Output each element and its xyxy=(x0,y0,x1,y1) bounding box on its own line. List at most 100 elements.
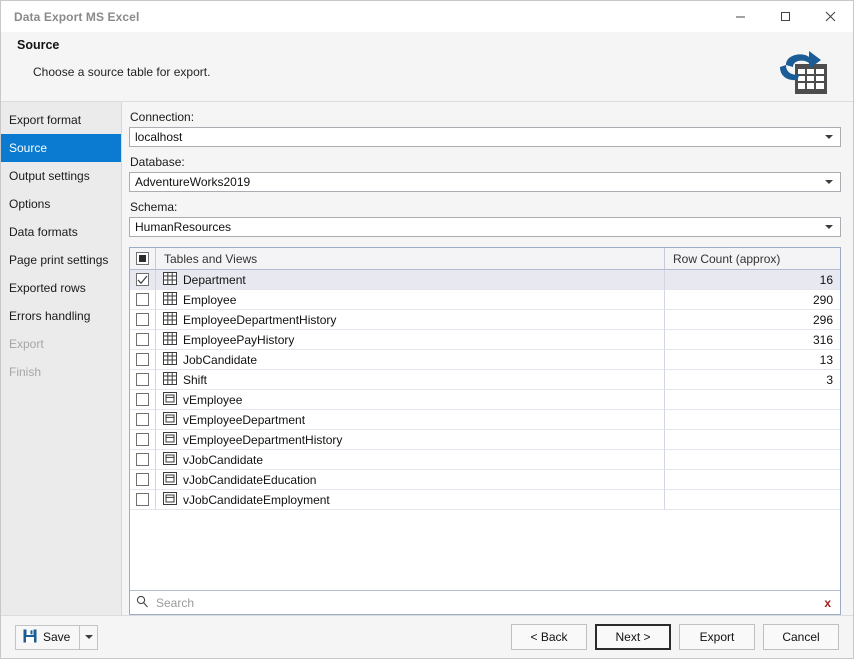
row-checkbox[interactable] xyxy=(136,413,149,427)
row-count-label: 296 xyxy=(812,312,833,327)
row-count-cell xyxy=(665,410,840,431)
table-row[interactable]: vEmployeeDepartmentHistory xyxy=(130,430,840,451)
back-button[interactable]: < Back xyxy=(511,624,587,650)
database-combobox[interactable]: AdventureWorks2019 xyxy=(129,172,841,193)
row-name-cell[interactable]: JobCandidate xyxy=(156,350,665,371)
tables-grid: Tables and Views Row Count (approx) Depa… xyxy=(129,247,841,615)
grid-search-bar[interactable]: Search x xyxy=(130,590,840,614)
row-name-cell[interactable]: Employee xyxy=(156,290,665,311)
row-checkbox[interactable] xyxy=(136,373,149,387)
row-checkbox-cell[interactable] xyxy=(130,430,156,451)
row-name-cell[interactable]: EmployeeDepartmentHistory xyxy=(156,310,665,331)
sidebar-item-page-print-settings[interactable]: Page print settings xyxy=(1,246,121,274)
row-checkbox-cell[interactable] xyxy=(130,390,156,411)
table-row[interactable]: vJobCandidate xyxy=(130,450,840,471)
row-checkbox-cell[interactable] xyxy=(130,470,156,491)
column-header-name[interactable]: Tables and Views xyxy=(156,248,665,270)
table-icon xyxy=(163,331,177,348)
view-icon xyxy=(163,451,177,468)
minimize-button[interactable] xyxy=(718,1,763,32)
row-name-cell[interactable]: vJobCandidateEmployment xyxy=(156,490,665,511)
row-checkbox[interactable] xyxy=(136,273,149,287)
view-icon xyxy=(163,471,177,488)
table-row[interactable]: vJobCandidateEducation xyxy=(130,470,840,491)
row-name-cell[interactable]: EmployeePayHistory xyxy=(156,330,665,351)
table-row[interactable]: vEmployeeDepartment xyxy=(130,410,840,431)
row-checkbox-cell[interactable] xyxy=(130,290,156,311)
sidebar-item-errors-handling[interactable]: Errors handling xyxy=(1,302,121,330)
excel-export-icon xyxy=(773,46,829,96)
sidebar-item-exported-rows[interactable]: Exported rows xyxy=(1,274,121,302)
wizard-steps-sidebar: Export format Source Output settings Opt… xyxy=(1,102,122,615)
row-count-cell: 290 xyxy=(665,290,840,311)
row-name-label: vEmployeeDepartment xyxy=(183,412,306,427)
table-row[interactable]: Shift 3 xyxy=(130,370,840,391)
schema-combobox[interactable]: HumanResources xyxy=(129,217,841,238)
row-name-cell[interactable]: vEmployeeDepartmentHistory xyxy=(156,430,665,451)
connection-combobox[interactable]: localhost xyxy=(129,127,841,148)
row-count-label: 316 xyxy=(812,332,833,347)
database-label: Database: xyxy=(130,155,185,170)
connection-value: localhost xyxy=(135,130,183,144)
sidebar-item-source[interactable]: Source xyxy=(1,134,121,162)
grid-body: Department 16 Employee 290 EmployeeDepartmen… xyxy=(130,270,840,590)
row-checkbox[interactable] xyxy=(136,493,149,507)
row-name-cell[interactable]: Department xyxy=(156,270,665,291)
search-input[interactable]: Search xyxy=(156,596,194,610)
cancel-button[interactable]: Cancel xyxy=(763,624,839,650)
row-checkbox[interactable] xyxy=(136,393,149,407)
row-name-cell[interactable]: Shift xyxy=(156,370,665,391)
sidebar-item-options[interactable]: Options xyxy=(1,190,121,218)
row-checkbox-cell[interactable] xyxy=(130,410,156,431)
chevron-down-icon[interactable] xyxy=(825,180,833,185)
row-checkbox[interactable] xyxy=(136,453,149,467)
row-checkbox[interactable] xyxy=(136,293,149,307)
row-checkbox[interactable] xyxy=(136,353,149,367)
row-count-cell: 13 xyxy=(665,350,840,371)
save-dropdown-button[interactable] xyxy=(80,624,99,650)
row-checkbox-cell[interactable] xyxy=(130,330,156,351)
row-checkbox-cell[interactable] xyxy=(130,310,156,331)
row-name-cell[interactable]: vJobCandidate xyxy=(156,450,665,471)
sidebar-item-data-formats[interactable]: Data formats xyxy=(1,218,121,246)
close-button[interactable] xyxy=(808,1,853,32)
row-checkbox-cell[interactable] xyxy=(130,490,156,511)
dialog-footer: Save < Back Next > Export Cancel xyxy=(1,615,853,658)
maximize-button[interactable] xyxy=(763,1,808,32)
chevron-down-icon[interactable] xyxy=(825,225,833,230)
row-checkbox[interactable] xyxy=(136,333,149,347)
source-panel: Connection: localhost Database: Adventur… xyxy=(122,102,853,615)
next-button[interactable]: Next > xyxy=(595,624,671,650)
table-row[interactable]: vJobCandidateEmployment xyxy=(130,490,840,511)
table-row[interactable]: JobCandidate 13 xyxy=(130,350,840,371)
sidebar-item-export-format[interactable]: Export format xyxy=(1,106,121,134)
export-button[interactable]: Export xyxy=(679,624,755,650)
row-name-cell[interactable]: vEmployee xyxy=(156,390,665,411)
table-row[interactable]: EmployeeDepartmentHistory 296 xyxy=(130,310,840,331)
clear-x-icon[interactable]: x xyxy=(824,597,831,609)
row-checkbox[interactable] xyxy=(136,313,149,327)
row-checkbox-cell[interactable] xyxy=(130,350,156,371)
sidebar-item-output-settings[interactable]: Output settings xyxy=(1,162,121,190)
database-value: AdventureWorks2019 xyxy=(135,175,251,190)
row-checkbox[interactable] xyxy=(136,473,149,487)
schema-label: Schema: xyxy=(130,200,178,215)
row-name-cell[interactable]: vEmployeeDepartment xyxy=(156,410,665,431)
row-checkbox-cell[interactable] xyxy=(130,450,156,471)
column-header-rowcount[interactable]: Row Count (approx) xyxy=(665,248,840,269)
row-name-cell[interactable]: vJobCandidateEducation xyxy=(156,470,665,491)
table-row[interactable]: Employee 290 xyxy=(130,290,840,311)
view-icon xyxy=(163,491,177,508)
select-all-header-cell[interactable] xyxy=(130,248,156,270)
save-button[interactable]: Save xyxy=(15,624,81,650)
row-checkbox-cell[interactable] xyxy=(130,370,156,391)
chevron-down-icon[interactable] xyxy=(825,135,833,139)
row-checkbox-cell[interactable] xyxy=(130,270,156,291)
select-all-checkbox[interactable] xyxy=(136,252,149,266)
row-count-cell xyxy=(665,470,840,491)
table-row[interactable]: EmployeePayHistory 316 xyxy=(130,330,840,351)
table-row[interactable]: vEmployee xyxy=(130,390,840,411)
row-checkbox[interactable] xyxy=(136,433,149,447)
table-row[interactable]: Department 16 xyxy=(130,270,840,291)
page-header: Source Choose a source table for export. xyxy=(1,32,853,102)
